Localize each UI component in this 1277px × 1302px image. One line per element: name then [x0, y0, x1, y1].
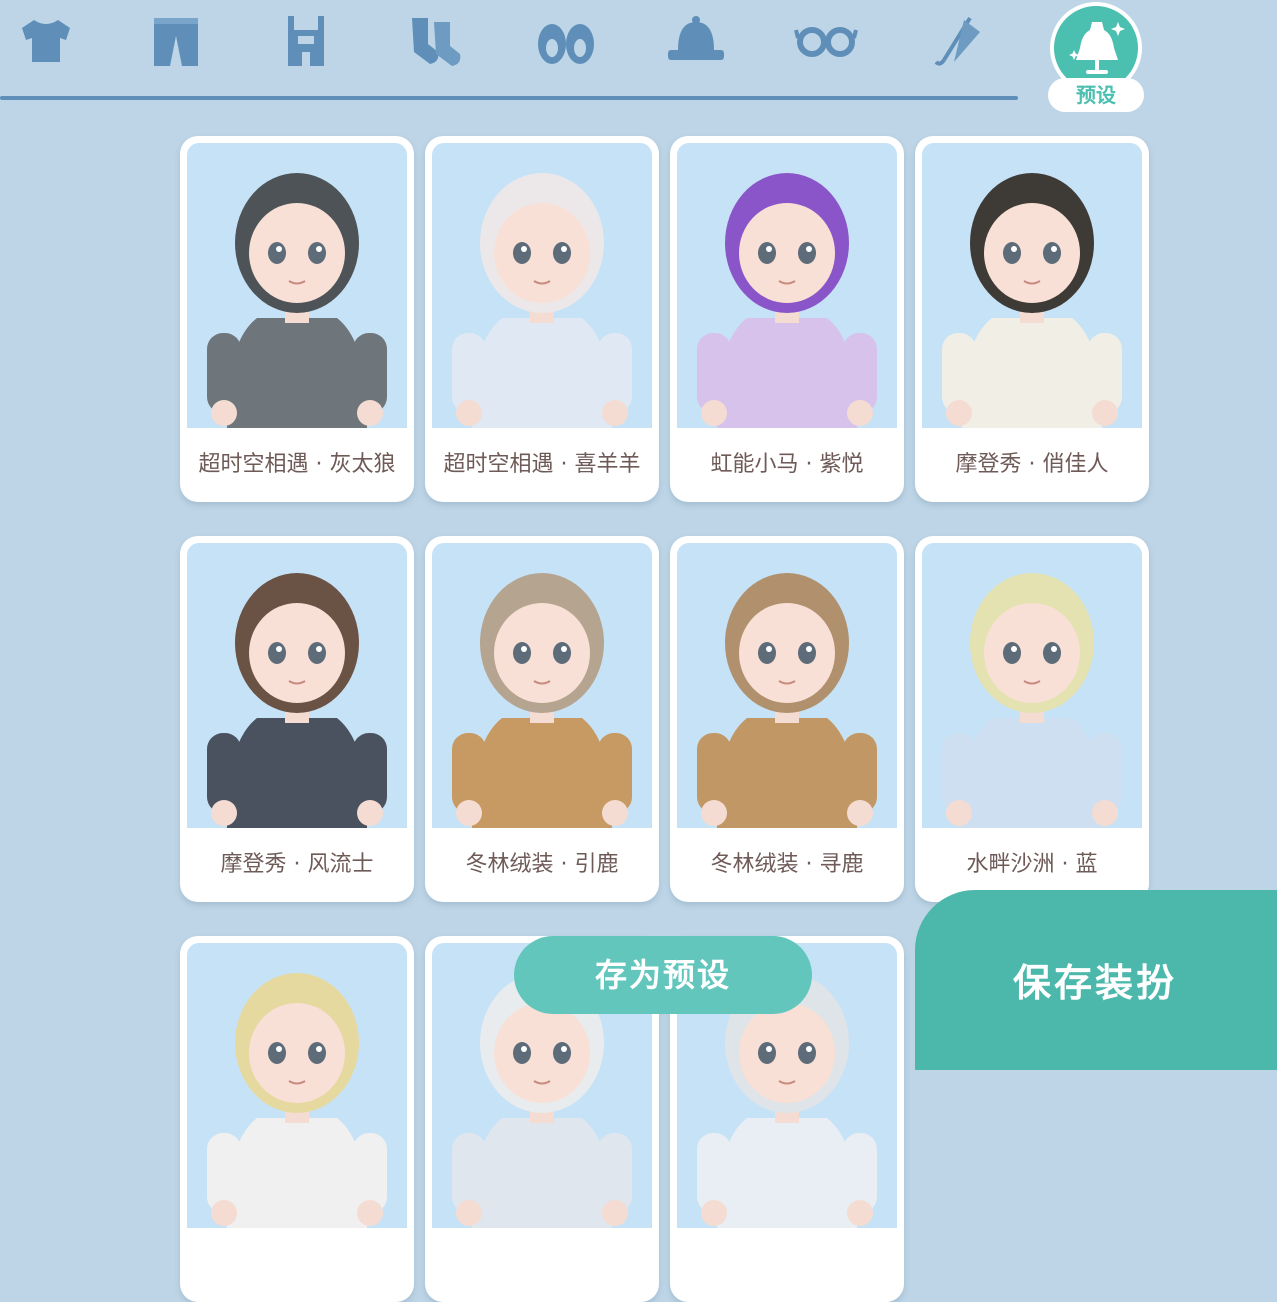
hat-icon[interactable] — [664, 12, 728, 68]
umbrella-icon[interactable] — [924, 12, 988, 68]
preset-card[interactable]: 冬林绒装 · 寻鹿 — [670, 536, 904, 902]
preset-tab-label: 预设 — [1048, 78, 1144, 112]
preset-card[interactable]: 虹能小马 · 紫悦 — [670, 136, 904, 502]
avatar-preview — [432, 143, 652, 428]
shoes-icon[interactable] — [534, 12, 598, 68]
avatar-preview — [187, 943, 407, 1228]
save-outfit-button[interactable]: 保存装扮 — [915, 890, 1277, 1070]
preset-card[interactable] — [180, 936, 414, 1302]
glasses-icon[interactable] — [794, 12, 858, 68]
socks-icon[interactable] — [404, 12, 468, 68]
preset-name: 超时空相遇 · 喜羊羊 — [443, 452, 641, 477]
avatar-preview — [922, 143, 1142, 428]
preset-name: 摩登秀 · 风流士 — [220, 852, 374, 877]
overalls-icon[interactable] — [274, 12, 338, 68]
save-preset-button[interactable]: 存为预设 — [514, 936, 812, 1014]
preset-card[interactable]: 冬林绒装 · 引鹿 — [425, 536, 659, 902]
avatar-preview — [187, 543, 407, 828]
preset-card[interactable]: 超时空相遇 · 灰太狼 — [180, 136, 414, 502]
preset-name: 摩登秀 · 俏佳人 — [955, 452, 1109, 477]
avatar-preview — [187, 143, 407, 428]
category-bar: 预设 — [0, 0, 1277, 120]
avatar-preview — [432, 543, 652, 828]
preset-card[interactable]: 摩登秀 · 俏佳人 — [915, 136, 1149, 502]
preset-name: 冬林绒装 · 引鹿 — [465, 852, 619, 877]
preset-card[interactable]: 摩登秀 · 风流士 — [180, 536, 414, 902]
avatar-preview — [922, 543, 1142, 828]
preset-name: 超时空相遇 · 灰太狼 — [198, 452, 396, 477]
preset-card[interactable]: 水畔沙洲 · 蓝 — [915, 536, 1149, 902]
avatar-preview — [677, 543, 897, 828]
preset-name: 虹能小马 · 紫悦 — [710, 452, 864, 477]
tshirt-icon[interactable] — [14, 12, 78, 68]
avatar-preview — [677, 143, 897, 428]
category-underline — [0, 96, 1018, 100]
pants-icon[interactable] — [144, 12, 208, 68]
tab-preset[interactable]: 预设 — [1048, 2, 1144, 114]
preset-card[interactable]: 超时空相遇 · 喜羊羊 — [425, 136, 659, 502]
preset-name: 冬林绒装 · 寻鹿 — [710, 852, 864, 877]
save-outfit-label: 保存装扮 — [1013, 961, 1178, 1005]
